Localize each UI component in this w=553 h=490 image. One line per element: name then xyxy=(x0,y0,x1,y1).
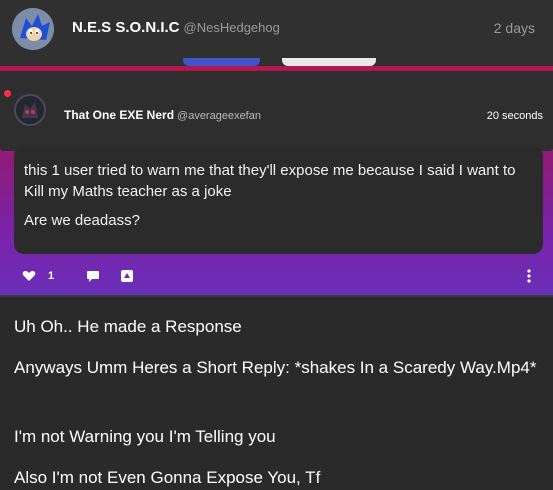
reply-text-line: Also I'm not Even Gonna Expose You, Tf xyxy=(14,468,321,487)
tab-pill-active[interactable] xyxy=(183,58,260,66)
more-options-button[interactable] xyxy=(527,268,531,284)
share-button[interactable] xyxy=(120,268,134,284)
exe-avatar-icon xyxy=(16,96,44,124)
quoted-text-line: Are we deadass? xyxy=(24,212,140,229)
like-button[interactable]: 1 xyxy=(22,268,54,284)
quoted-text-line: this 1 user tried to warn me that they'l… xyxy=(24,162,516,200)
more-icon xyxy=(527,269,531,283)
quoted-avatar[interactable] xyxy=(14,94,46,126)
notification-dot xyxy=(4,90,11,97)
quoted-author[interactable]: That One EXE Nerd @averageexefan xyxy=(64,108,261,122)
heart-icon xyxy=(22,271,36,281)
reply-text-line: Uh Oh.. He made a Response xyxy=(14,317,242,336)
post-timestamp: 2 days xyxy=(493,20,535,36)
share-icon xyxy=(121,270,133,282)
post-author-name[interactable]: N.E.S S.O.N.I.C xyxy=(72,19,180,36)
divider xyxy=(0,295,553,297)
sonic-avatar-icon xyxy=(12,8,54,50)
reply-text-line: Anyways Umm Heres a Short Reply: *shakes… xyxy=(14,358,537,377)
tab-pill[interactable] xyxy=(282,58,376,66)
avatar[interactable] xyxy=(12,8,54,50)
quoted-body: this 1 user tried to warn me that they'l… xyxy=(14,146,543,254)
comment-icon xyxy=(87,271,99,282)
post-header: N.E.S S.O.N.I.C @NesHedgehog 2 days xyxy=(0,0,553,66)
quoted-timestamp: 20 seconds xyxy=(486,110,543,122)
like-count: 1 xyxy=(48,270,55,282)
post-author[interactable]: N.E.S S.O.N.I.C @NesHedgehog xyxy=(72,19,280,36)
comment-button[interactable] xyxy=(86,268,100,284)
post-author-handle[interactable]: @NesHedgehog xyxy=(184,20,280,35)
quoted-author-handle[interactable]: @averageexefan xyxy=(177,110,261,122)
quoted-author-name[interactable]: That One EXE Nerd xyxy=(64,108,174,122)
quoted-actions: 1 xyxy=(0,268,553,288)
reply-text-line: I'm not Warning you I'm Telling you xyxy=(14,427,276,446)
quoted-post[interactable]: That One EXE Nerd @averageexefan 20 secon… xyxy=(0,66,553,295)
